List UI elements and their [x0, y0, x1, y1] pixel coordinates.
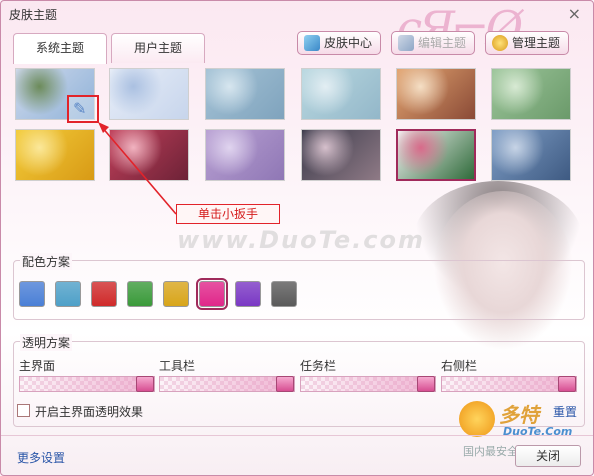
slider-fill — [20, 377, 154, 391]
slider-label-taskbar: 任务栏 — [300, 359, 337, 373]
slider-thumb[interactable] — [136, 376, 154, 392]
slider-fill — [442, 377, 576, 391]
transparency-slider-main[interactable] — [19, 376, 155, 392]
color-scheme-label: 配色方案 — [20, 253, 73, 270]
window-title: 皮肤主题 — [9, 8, 58, 22]
close-icon[interactable]: × — [568, 4, 581, 23]
transparency-checkbox-label[interactable]: 开启主界面透明效果 — [35, 403, 143, 420]
more-settings-link[interactable]: 更多设置 — [17, 449, 65, 466]
manage-theme-button[interactable]: 管理主题 — [485, 31, 569, 55]
theme-settings-button[interactable]: ✎ — [67, 95, 99, 123]
color-swatch-teal[interactable] — [55, 281, 81, 307]
wrench-icon: ✎ — [73, 99, 87, 118]
color-swatch-purple[interactable] — [235, 281, 261, 307]
slider-thumb[interactable] — [417, 376, 435, 392]
transparency-label: 透明方案 — [20, 334, 73, 351]
slider-fill — [160, 377, 294, 391]
theme-thumbnail-teal-haze[interactable] — [301, 68, 381, 120]
tab-system-themes[interactable]: 系统主题 — [13, 33, 107, 64]
slider-label-sidebar: 右侧栏 — [441, 359, 478, 373]
color-swatch-red[interactable] — [91, 281, 117, 307]
transparency-slider-taskbar[interactable] — [300, 376, 436, 392]
brush-icon — [398, 35, 414, 51]
tab-user-themes[interactable]: 用户主题 — [111, 33, 205, 63]
color-swatch-green[interactable] — [127, 281, 153, 307]
slider-thumb[interactable] — [276, 376, 294, 392]
gear-icon — [492, 35, 508, 51]
theme-thumbnail-light-streak[interactable] — [301, 129, 381, 181]
color-swatch-blue[interactable] — [19, 281, 45, 307]
color-swatch-pink[interactable] — [196, 278, 228, 310]
theme-thumbnail-bokeh-blue[interactable] — [205, 68, 285, 120]
skin-center-label: 皮肤中心 — [324, 36, 373, 50]
edit-theme-button[interactable]: 编辑主题 — [391, 31, 475, 55]
instruction-callout: 单击小扳手 — [176, 204, 280, 224]
theme-thumbnail-city-night[interactable] — [491, 129, 571, 181]
theme-thumbnail-swirl[interactable] — [396, 68, 476, 120]
manage-theme-label: 管理主题 — [512, 36, 561, 50]
footer-divider — [1, 435, 593, 436]
slider-fill — [301, 377, 435, 391]
theme-thumbnail-bamboo[interactable] — [491, 68, 571, 120]
cube-icon — [304, 35, 320, 51]
theme-thumbnail-lilac[interactable] — [205, 129, 285, 181]
skin-center-button[interactable]: 皮肤中心 — [297, 31, 381, 55]
theme-thumbnail-drama[interactable] — [396, 129, 476, 181]
edit-theme-label: 编辑主题 — [418, 36, 467, 50]
transparency-checkbox[interactable] — [17, 404, 30, 417]
title-bar: 皮肤主题 × — [1, 1, 593, 27]
theme-thumbnail-red-bokeh[interactable] — [109, 129, 189, 181]
skin-theme-window: ɕЯ⌐Ø 皮肤主题 × 系统主题 用户主题 皮肤中心 编辑主题 管理主题 ✎ 单… — [0, 0, 594, 476]
transparency-slider-sidebar[interactable] — [441, 376, 577, 392]
logo-url: DuoTe.Com — [503, 425, 573, 438]
close-button[interactable]: 关闭 — [515, 445, 581, 467]
slider-thumb[interactable] — [558, 376, 576, 392]
color-swatch-gold[interactable] — [163, 281, 189, 307]
theme-thumbnail-light-blue[interactable] — [109, 68, 189, 120]
slider-label-toolbar: 工具栏 — [159, 359, 196, 373]
slider-label-main: 主界面 — [19, 359, 56, 373]
watermark-text: www.DuoTe.com — [177, 226, 425, 254]
sun-icon — [459, 401, 495, 437]
logo-brand: 多特 — [499, 403, 539, 427]
theme-thumbnail-sunflower[interactable] — [15, 129, 95, 181]
transparency-slider-toolbar[interactable] — [159, 376, 295, 392]
color-swatch-gray[interactable] — [271, 281, 297, 307]
